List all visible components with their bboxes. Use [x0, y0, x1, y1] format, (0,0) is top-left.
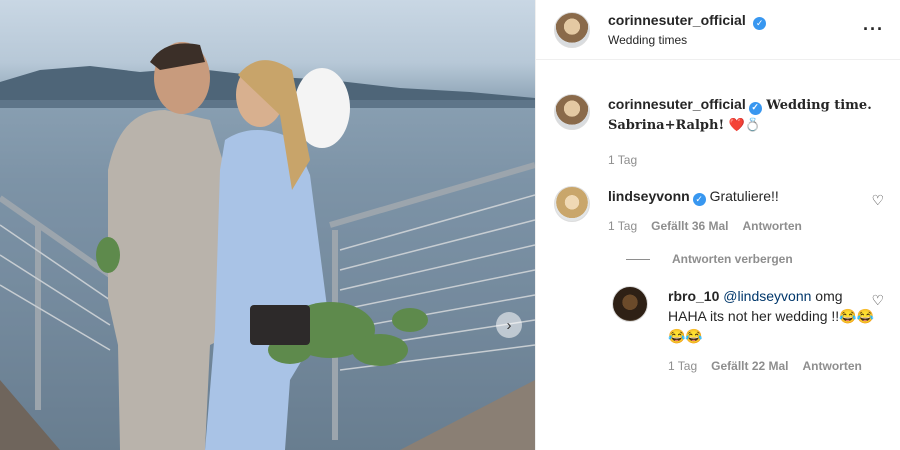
comment-item: lindseyvonn ✓ Gratuliere!! 1 Tag Gefällt …: [554, 186, 884, 236]
verified-badge-icon: ✓: [692, 193, 706, 206]
more-options-icon[interactable]: ···: [863, 19, 884, 40]
reply-avatar[interactable]: [612, 286, 648, 322]
comment-likes[interactable]: Gefällt 36 Mal: [651, 216, 728, 236]
header-text: corinnesuter_official ✓ Wedding times: [608, 12, 863, 47]
post-header: corinnesuter_official ✓ Wedding times ··…: [536, 0, 900, 60]
wedding-photo-illustration: [0, 42, 535, 450]
comment-reply-button[interactable]: Antworten: [743, 216, 802, 236]
hide-replies-label: Antworten verbergen: [672, 252, 793, 266]
reply-username[interactable]: rbro_10: [668, 288, 719, 304]
caption-body: corinnesuter_official ✓ Wedding time. Sab…: [608, 94, 884, 170]
caption-time[interactable]: 1 Tag: [608, 150, 637, 170]
divider-line: [626, 258, 650, 260]
comment-body: lindseyvonn ✓ Gratuliere!! 1 Tag Gefällt …: [608, 186, 884, 236]
verified-badge-icon: ✓: [753, 17, 767, 30]
reply-likes[interactable]: Gefällt 22 Mal: [711, 356, 788, 376]
comment-time[interactable]: 1 Tag: [608, 216, 637, 236]
like-heart-icon[interactable]: ♡: [871, 192, 884, 209]
caption-username[interactable]: corinnesuter_official: [608, 96, 746, 112]
reply-mention-link[interactable]: @lindseyvonn: [723, 288, 811, 304]
comments-list: corinnesuter_official ✓ Wedding time. Sab…: [536, 94, 900, 376]
header-username[interactable]: corinnesuter_official: [608, 12, 746, 28]
hide-replies-button[interactable]: Antworten verbergen: [626, 252, 884, 266]
caption-text: Wedding time.: [766, 98, 872, 113]
location-link[interactable]: Wedding times: [608, 33, 863, 47]
reply-body: rbro_10 @lindseyvonn omg HAHA its not he…: [668, 286, 884, 376]
comment-avatar[interactable]: [554, 186, 590, 222]
comment-text: Gratuliere!!: [709, 188, 779, 204]
instagram-post: › corinnesuter_official ✓ Wedding times …: [0, 0, 900, 450]
verified-badge-icon: ✓: [748, 102, 762, 115]
caption: corinnesuter_official ✓ Wedding time. Sab…: [554, 94, 884, 170]
comments-panel: corinnesuter_official ✓ Wedding times ··…: [535, 0, 900, 450]
caption-emojis: ❤️💍: [728, 118, 762, 133]
post-photo[interactable]: ›: [0, 0, 535, 450]
caption-text-line2: Sabrina+Ralph!: [608, 118, 725, 133]
next-photo-button[interactable]: ›: [496, 312, 522, 338]
comment-username[interactable]: lindseyvonn: [608, 188, 690, 204]
like-heart-icon[interactable]: ♡: [871, 292, 884, 309]
reply-time[interactable]: 1 Tag: [668, 356, 697, 376]
chevron-right-icon: ›: [506, 316, 512, 334]
reply-reply-button[interactable]: Antworten: [803, 356, 862, 376]
reply-item: rbro_10 @lindseyvonn omg HAHA its not he…: [612, 286, 884, 376]
avatar[interactable]: [554, 11, 590, 48]
caption-avatar[interactable]: [554, 94, 590, 130]
